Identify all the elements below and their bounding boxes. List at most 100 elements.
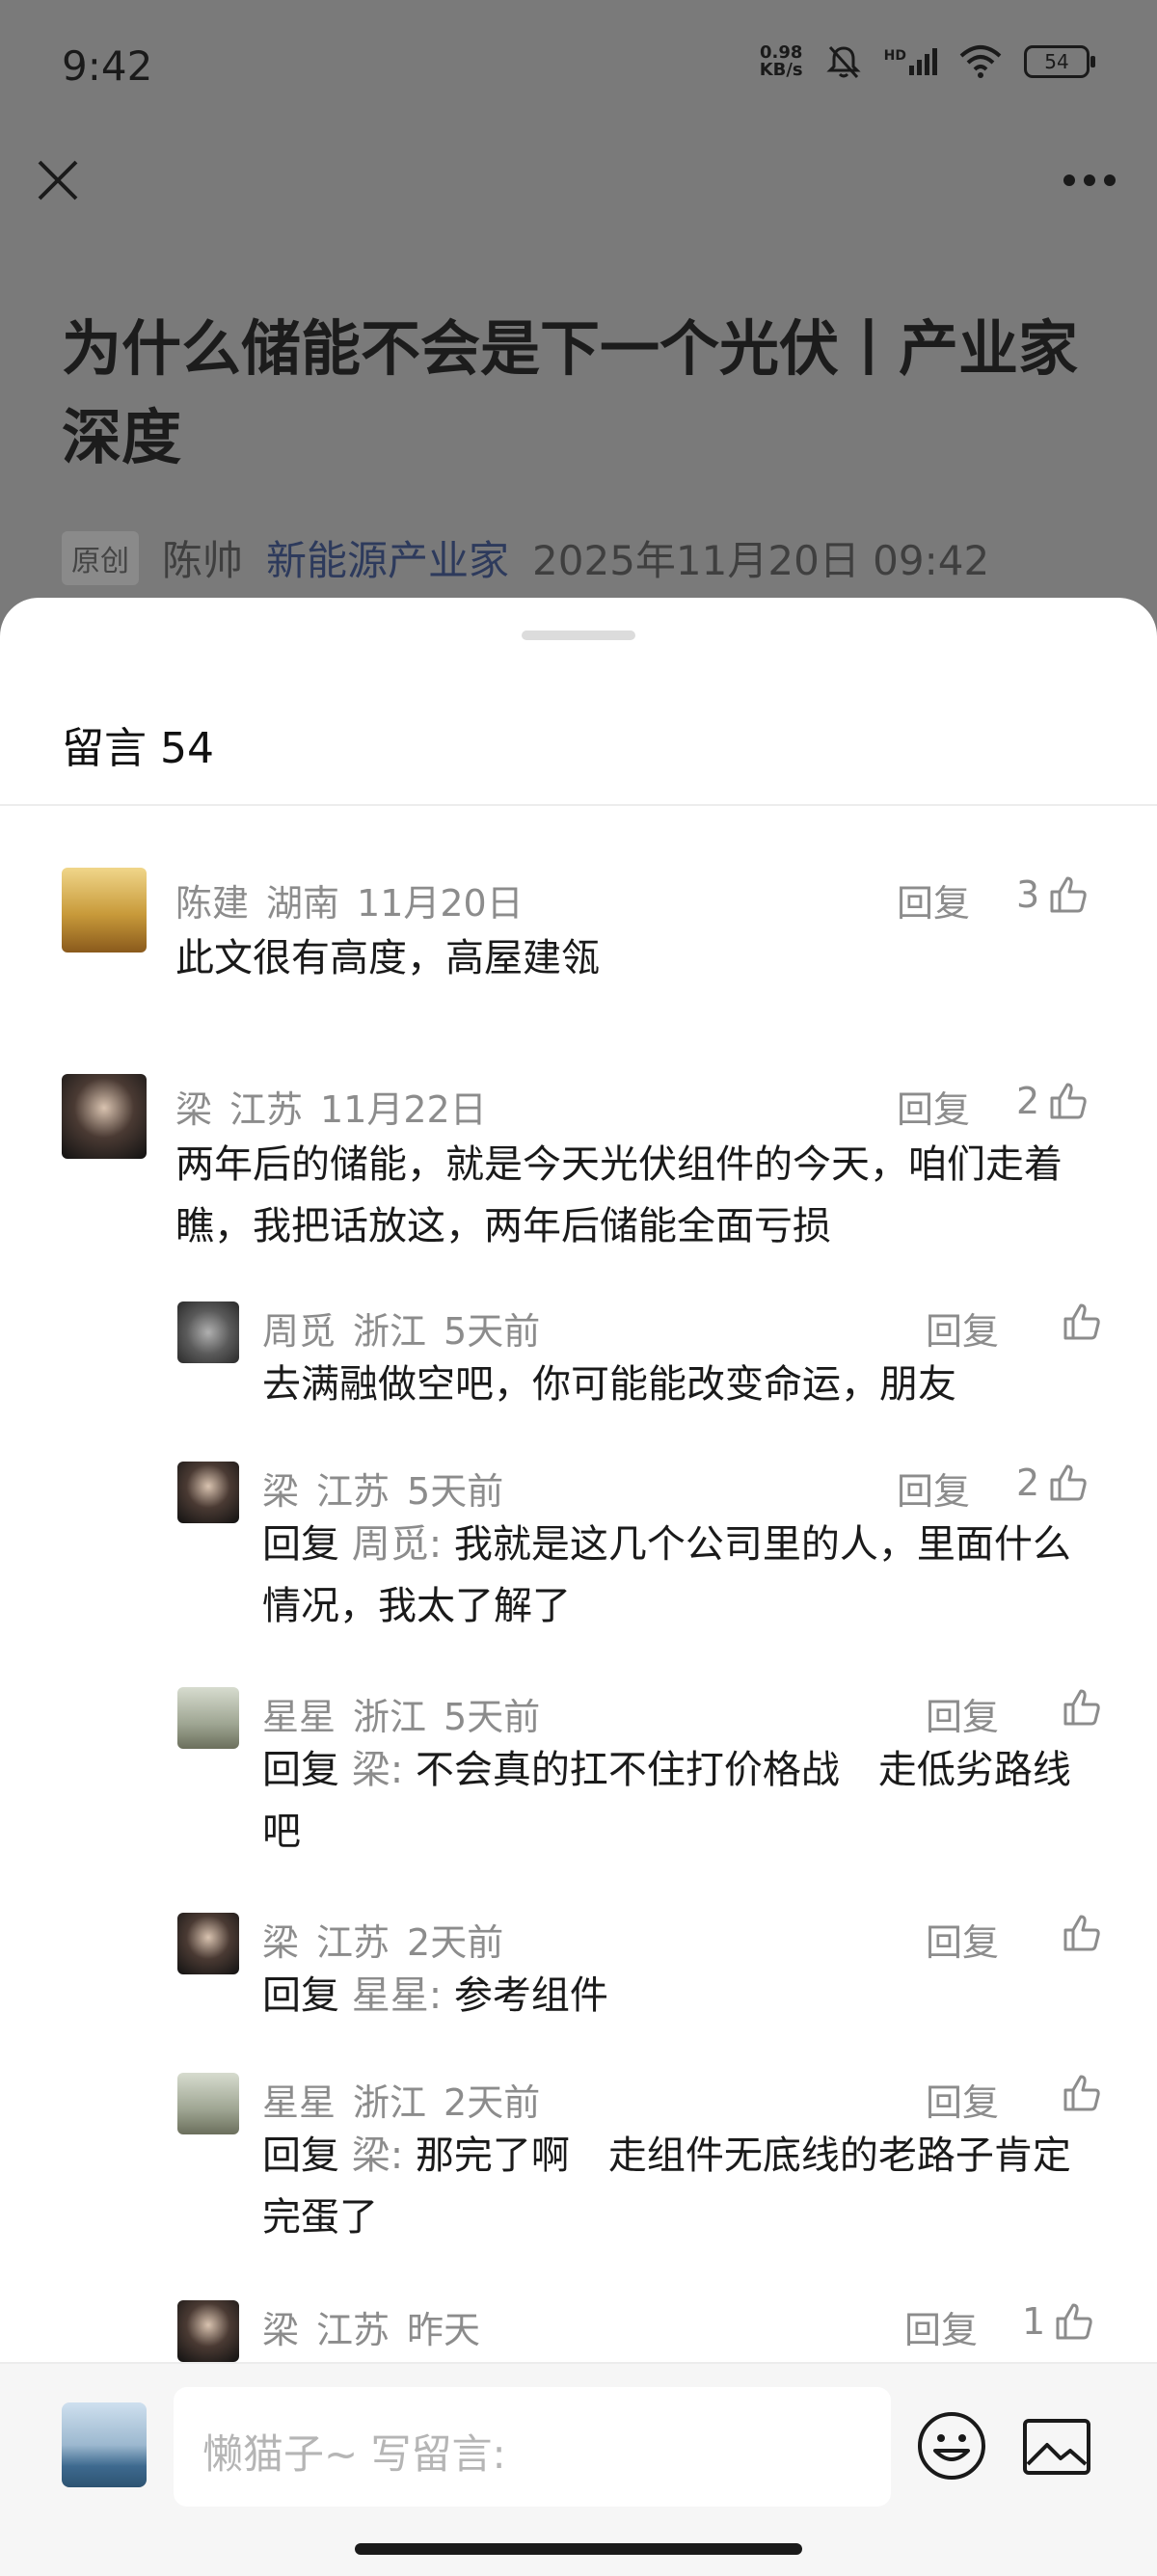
reply-prefix: 回复 [262,1973,339,2018]
reply-target-name[interactable]: 梁 [352,2133,390,2178]
reply-item: 梁江苏 昨天 回复 1 [0,2300,1157,2362]
avatar[interactable] [177,2073,239,2134]
status-time: 9:42 [62,42,153,90]
close-icon [38,160,78,201]
comment-item: 梁江苏 11月22日 回复 2 两年后的储能，就是今天光伏组件的今天，咱们走着瞧，… [0,1074,1157,1267]
comment-input-bar: 懒猫子~ 写留言: [0,2362,1157,2576]
commenter-name[interactable]: 梁 [262,1470,299,1513]
reply-prefix: 回复 [262,1748,339,1792]
thumbs-up-icon [1050,1083,1087,1119]
commenter-name[interactable]: 星星 [262,2081,336,2124]
battery-indicator: 54 [1024,45,1095,78]
original-tag: 原创 [62,530,139,585]
commenter-name[interactable]: 梁 [175,1088,212,1131]
commenter-name[interactable]: 周觅 [262,1310,336,1353]
like-button[interactable]: 2 [1016,1462,1090,1504]
status-bar: 9:42 0.98 KB/s HD 54 [0,0,1157,135]
commenter-location: 浙江 [353,1310,427,1353]
avatar[interactable] [62,868,147,953]
like-count: 3 [1016,873,1040,916]
comment-text: 去满融做空吧，你可能能改变命运，朋友 [262,1362,956,1407]
comment-meta: 梁江苏 5天前 [262,1462,521,1515]
comment-input-placeholder: 懒猫子~ 写留言: [202,2430,506,2478]
like-button[interactable] [1053,1913,1103,1953]
comment-item: 陈建 湖南 11月20日 回复 3 此文很有高度，高屋建瓴 [0,868,1157,993]
comments-count-title: 留言 54 [62,724,214,773]
thumbs-up-icon [1063,1303,1100,1340]
more-options-button[interactable] [1059,159,1120,201]
comment-meta: 梁江苏 11月22日 [175,1080,504,1133]
network-speed: 0.98 KB/s [759,42,803,80]
article-title: 为什么储能不会是下一个光伏丨产业家深度 [62,313,1079,472]
comment-meta: 梁江苏 昨天 [262,2300,498,2353]
reply-button[interactable]: 回复 [897,1080,970,1133]
thumbs-up-icon [1050,876,1087,913]
like-button[interactable]: 2 [1016,1080,1090,1122]
reply-button[interactable]: 回复 [926,1913,999,1966]
reply-item: 星星 浙江 2天前 回复 回复 梁: 那完了啊 走组件无底线的老路子肯定完蛋了 [0,2073,1157,2266]
comment-time: 11月22日 [320,1088,487,1131]
thumbs-up-icon [1050,1464,1087,1501]
avatar[interactable] [177,2300,239,2362]
like-count: 2 [1016,1080,1040,1122]
reply-target-name[interactable]: 星星 [352,1973,429,2018]
account-link[interactable]: 新能源产业家 [266,528,509,587]
comment-text: 回复 周觅: 我就是这几个公司里的人，里面什么情况，我太了解了 [262,1522,1071,1628]
avatar[interactable] [177,1301,239,1363]
reply-button[interactable]: 回复 [926,1301,999,1355]
avatar[interactable] [62,1074,147,1159]
comment-meta: 星星 浙江 5天前 [262,1687,557,1740]
avatar[interactable] [177,1913,239,1974]
commenter-location: 江苏 [316,1470,390,1513]
reply-button[interactable]: 回复 [904,2300,978,2353]
like-button[interactable]: 3 [1016,873,1090,916]
avatar[interactable] [177,1462,239,1523]
commenter-location: 湖南 [266,882,340,925]
sheet-drag-handle[interactable] [522,631,635,640]
reply-target-name[interactable]: 梁 [352,1748,390,1792]
commenter-location: 江苏 [229,1088,304,1131]
comment-meta: 星星 浙江 2天前 [262,2073,557,2126]
commenter-location: 浙江 [353,1696,427,1738]
close-button[interactable] [27,149,89,211]
reply-prefix: 回复 [262,2133,339,2178]
thumbs-up-icon [1063,1689,1100,1726]
reply-item: 梁江苏 5天前 回复 2 回复 周觅: 我就是这几个公司里的人，里面什么情况，我太… [0,1462,1157,1654]
commenter-name[interactable]: 梁 [262,1921,299,1964]
like-count: 1 [1022,2300,1046,2343]
reply-item: 梁江苏 2天前 回复 回复 星星: 参考组件 [0,1913,1157,2038]
commenter-name[interactable]: 梁 [262,2309,299,2351]
home-indicator[interactable] [355,2543,802,2555]
comment-time: 昨天 [407,2309,481,2351]
reply-button[interactable]: 回复 [926,1687,999,1740]
wifi-icon [959,45,1002,78]
image-button[interactable] [1022,2418,1091,2480]
reply-button[interactable]: 回复 [897,873,970,926]
like-button[interactable]: 1 [1022,2300,1095,2343]
commenter-name[interactable]: 星星 [262,1696,336,1738]
commenter-location: 江苏 [316,1921,390,1964]
like-button[interactable] [1053,1687,1103,1728]
comment-input[interactable]: 懒猫子~ 写留言: [174,2387,891,2507]
emoji-button[interactable] [916,2410,987,2485]
commenter-name[interactable]: 陈建 [175,882,249,925]
divider [0,804,1157,806]
comment-time: 2天前 [444,2081,541,2124]
current-user-avatar[interactable] [62,2402,147,2487]
article-datetime: 2025年11月20日 09:42 [532,537,990,584]
commenter-location: 江苏 [316,2309,390,2351]
comments-sheet: 留言 54 陈建 湖南 11月20日 回复 3 此文很有高度，高屋建瓴 梁江苏 11月… [0,598,1157,2574]
reply-target-name[interactable]: 周觅 [352,1522,429,1567]
thumbs-up-icon [1063,1915,1100,1951]
more-icon [1063,174,1116,186]
reply-button[interactable]: 回复 [897,1462,970,1515]
reply-button[interactable]: 回复 [926,2073,999,2126]
comment-text: 此文很有高度，高屋建瓴 [175,936,600,980]
comment-text: 两年后的储能，就是今天光伏组件的今天，咱们走着瞧，我把话放这，两年后储能全面亏损 [175,1142,1063,1248]
avatar[interactable] [177,1687,239,1749]
like-button[interactable] [1053,1301,1103,1342]
like-button[interactable] [1053,2073,1103,2113]
article-meta: 原创 陈帅 新能源产业家 2025年11月20日 09:42 [62,528,989,587]
comment-text: 回复 梁: 那完了啊 走组件无底线的老路子肯定完蛋了 [262,2133,1071,2240]
reply-item: 周觅 浙江 5天前 回复 去满融做空吧，你可能能改变命运，朋友 [0,1301,1157,1427]
